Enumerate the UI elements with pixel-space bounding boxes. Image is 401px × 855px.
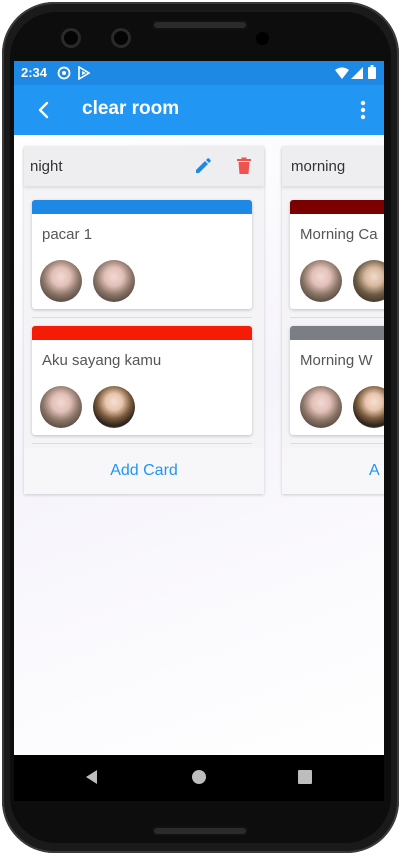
more-vert-icon[interactable]	[354, 98, 372, 122]
board-area[interactable]: night pacar 1 Aku sayang kamu Add Card m…	[14, 135, 384, 755]
column-header: night	[24, 146, 264, 186]
column-title: night	[30, 158, 63, 175]
card-label-bar	[32, 326, 252, 340]
card-divider	[32, 443, 252, 444]
board-column: morning Morning Ca Morning W A	[282, 146, 384, 494]
system-nav-bar	[14, 755, 384, 801]
battery-icon	[368, 65, 376, 79]
task-card[interactable]: pacar 1	[32, 200, 252, 309]
column-title: morning	[291, 158, 346, 175]
status-time: 2:34	[21, 65, 48, 80]
wifi-icon	[335, 67, 349, 79]
add-card-button[interactable]: Add Card	[24, 448, 264, 494]
add-card-button[interactable]: A	[282, 448, 384, 494]
task-card[interactable]: Morning Ca	[290, 200, 384, 309]
member-avatar[interactable]	[300, 260, 342, 302]
front-camera-left	[61, 28, 81, 48]
member-avatar[interactable]	[353, 386, 384, 428]
member-avatar[interactable]	[353, 260, 384, 302]
bottom-speaker	[152, 826, 248, 836]
arrow-back-icon[interactable]	[32, 98, 56, 122]
home-circle-icon[interactable]	[191, 769, 207, 785]
recents-square-icon[interactable]	[298, 770, 312, 784]
column-header: morning	[282, 146, 384, 186]
back-triangle-icon[interactable]	[84, 769, 100, 785]
task-card[interactable]: Morning W	[290, 326, 384, 435]
member-avatar[interactable]	[40, 386, 82, 428]
status-bar: 2:34	[14, 61, 384, 85]
card-title: pacar 1	[42, 226, 93, 243]
page-title: clear room	[82, 98, 180, 119]
edit-pencil-icon[interactable]	[194, 157, 212, 175]
card-label-bar	[32, 200, 252, 214]
task-card[interactable]: Aku sayang kamu	[32, 326, 252, 435]
board-column: night pacar 1 Aku sayang kamu Add Card	[24, 146, 264, 494]
card-label-bar	[290, 200, 384, 214]
member-avatar[interactable]	[93, 386, 135, 428]
proximity-sensor	[256, 32, 269, 45]
card-title: Aku sayang kamu	[42, 352, 162, 369]
member-avatar[interactable]	[300, 386, 342, 428]
card-label-bar	[290, 326, 384, 340]
play-store-icon	[78, 66, 90, 80]
vpn-icon	[57, 66, 71, 80]
app-bar: clear room	[14, 85, 384, 135]
front-camera-right	[111, 28, 131, 48]
card-divider	[290, 317, 384, 318]
phone-device: 2:34 clear room night pacar 1 Aku sayang…	[0, 0, 401, 855]
member-avatar[interactable]	[93, 260, 135, 302]
card-title: Morning W	[300, 352, 373, 369]
card-divider	[290, 443, 384, 444]
earpiece-speaker	[152, 20, 248, 30]
app-screen: 2:34 clear room night pacar 1 Aku sayang…	[14, 61, 384, 755]
signal-icon	[351, 67, 363, 79]
member-avatar[interactable]	[40, 260, 82, 302]
delete-trash-icon[interactable]	[235, 157, 253, 175]
card-title: Morning Ca	[300, 226, 378, 243]
card-divider	[32, 317, 252, 318]
